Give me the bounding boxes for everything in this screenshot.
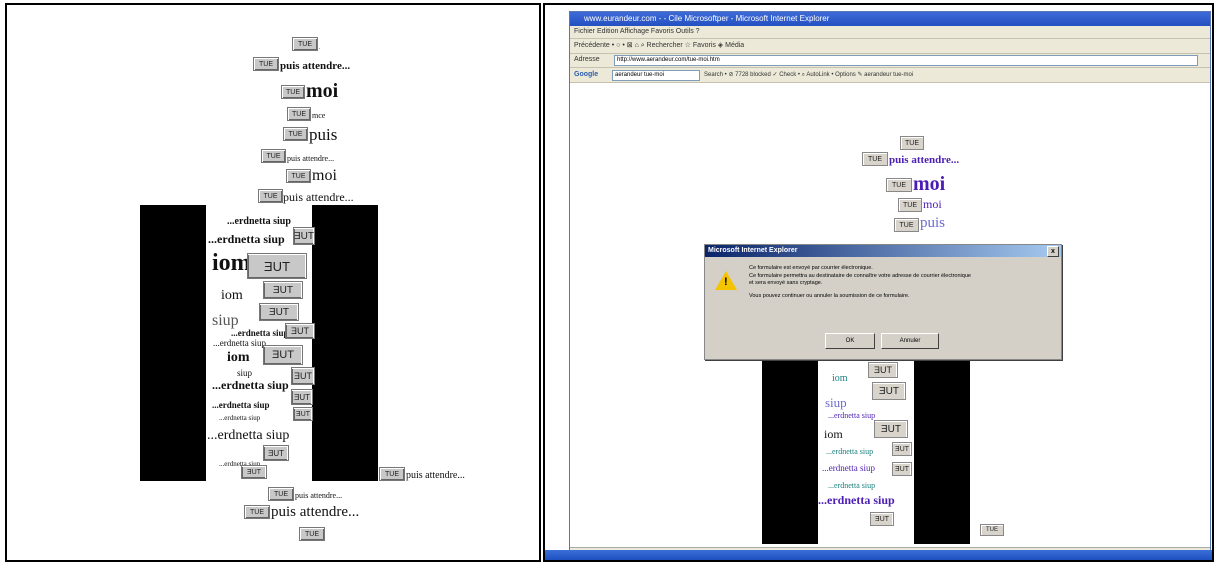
black-block-left <box>762 352 818 544</box>
right-screenshot-panel: www.eurandeur.com - - Cile Microsoftper … <box>543 3 1214 562</box>
tue-button[interactable]: TUE <box>299 527 325 541</box>
tue-button[interactable]: TUE <box>244 505 270 519</box>
phrase-text: . <box>319 45 321 51</box>
tue-button[interactable]: TUE <box>268 487 294 501</box>
phrase-text: moi <box>923 197 942 211</box>
tue-button[interactable]: TUE <box>287 107 311 121</box>
phrase-text: puis attendre... <box>280 60 351 72</box>
tue-button-mirrored[interactable]: TUE <box>263 345 303 365</box>
mirrored-text: ...erdnetta siup <box>207 428 290 443</box>
close-button[interactable]: x <box>1047 246 1059 257</box>
background-window-strip <box>545 105 569 545</box>
mirrored-text: iom <box>832 373 848 384</box>
mirrored-text: ...erdnetta siup <box>826 447 874 456</box>
tue-button-mirrored[interactable]: TUE <box>293 407 313 421</box>
windows-taskbar <box>545 550 1212 560</box>
tue-button[interactable]: TUE <box>862 152 888 166</box>
google-search-input[interactable]: aerandeur tue-moi <box>612 70 700 81</box>
dialog-message-line: Ce formulaire permettra au destinataire … <box>749 273 971 279</box>
tue-button-mirrored[interactable]: TUE <box>892 462 912 476</box>
dialog-message-line: Ce formulaire est envoyé par courrier él… <box>749 265 873 271</box>
warning-icon-mark: ! <box>724 276 728 288</box>
ie-menu-bar[interactable]: Fichier Edition Affichage Favoris Outils… <box>570 26 1210 39</box>
tue-button-mirrored[interactable]: TUE <box>263 445 289 461</box>
left-screenshot-panel: TUE . TUE puis attendre... TUE moi TUE m… <box>5 3 541 562</box>
black-block-left <box>140 205 206 481</box>
tue-button[interactable]: TUE <box>283 127 308 141</box>
phrase-text: puis attendre... <box>406 470 465 481</box>
mirrored-text: ...erdnetta siup <box>828 411 876 420</box>
mirrored-text: ...erdnetta siup <box>227 216 291 227</box>
tue-button[interactable]: TUE <box>258 189 283 203</box>
tue-button[interactable]: TUE <box>379 467 405 481</box>
mirrored-text: ...erdnetta siup <box>212 400 270 410</box>
mirrored-text: ...erdnetta siup <box>219 414 261 422</box>
tue-button-mirrored[interactable]: TUE <box>259 303 299 321</box>
tue-button-mirrored[interactable]: TUE <box>247 253 307 279</box>
tue-button[interactable]: TUE <box>292 37 318 51</box>
google-toolbar-tools[interactable]: Search • ⊘ 7728 blocked ✓ Check • ⌕ Auto… <box>704 70 913 80</box>
phrase-text: moi <box>306 80 339 102</box>
phrase-text: mce <box>312 111 326 120</box>
tue-button-mirrored[interactable]: TUE <box>285 323 315 339</box>
ok-button[interactable]: OK <box>825 333 875 349</box>
dialog-message-line: Vous pouvez continuer ou annuler la soum… <box>749 293 910 299</box>
tue-button-mirrored[interactable]: TUE <box>868 362 898 378</box>
tue-button-mirrored[interactable]: TUE <box>291 367 315 385</box>
tue-button[interactable]: TUE <box>900 136 924 150</box>
mirrored-text: iom <box>212 250 251 276</box>
mirrored-text: ...erdnetta siup <box>828 481 876 490</box>
phrase-text: puis attendre... <box>889 154 960 166</box>
phrase-text: moi <box>913 173 946 195</box>
tue-button-mirrored[interactable]: TUE <box>870 512 894 526</box>
phrase-text: puis attendre... <box>283 190 354 204</box>
google-logo: Google <box>574 71 599 78</box>
tue-button-mirrored[interactable]: TUE <box>874 420 908 438</box>
phrase-text: puis <box>920 215 946 231</box>
tue-button[interactable]: TUE <box>898 198 922 212</box>
tue-button-mirrored[interactable]: TUE <box>291 389 313 405</box>
tue-button[interactable]: TUE <box>286 169 311 183</box>
tue-button[interactable]: TUE <box>253 57 279 71</box>
dialog-message-line: et sera envoyé sans cryptage. <box>749 280 823 286</box>
mirrored-text: siup <box>237 368 253 378</box>
black-block-right <box>914 352 970 544</box>
ie-toolbar[interactable]: Précédente • ○ • ⊠ ⌂ ⌕ Rechercher ☆ Favo… <box>570 39 1210 54</box>
mirrored-text: iom <box>221 288 243 303</box>
phrase-text: puis attendre... <box>271 504 360 520</box>
tue-button[interactable]: TUE <box>261 149 286 163</box>
tue-button[interactable]: TUE <box>894 218 919 232</box>
mirrored-text: siup <box>212 312 239 329</box>
tue-button-mirrored[interactable]: TUE <box>293 227 315 245</box>
phrase-text: puis <box>309 125 338 144</box>
address-input[interactable]: http://www.aerandeur.com/tue-moi.htm <box>614 55 1198 66</box>
mirrored-text: ...erdnetta siup <box>818 493 895 507</box>
tue-button[interactable]: TUE <box>281 85 305 99</box>
phrase-text: moi <box>312 167 337 184</box>
dialog-title-bar: Microsoft Internet Explorer x <box>705 245 1061 257</box>
mirrored-text: ...erdnetta siup <box>231 328 289 338</box>
alert-dialog: Microsoft Internet Explorer x ! Ce formu… <box>704 244 1062 360</box>
tue-button[interactable]: TUE <box>980 524 1004 536</box>
mirrored-text: iom <box>824 427 843 441</box>
mirrored-text: iom <box>227 350 250 365</box>
mirrored-text: siup <box>825 395 847 410</box>
mirrored-text: ...erdnetta siup <box>213 338 266 348</box>
address-label: Adresse <box>574 56 600 63</box>
tue-button-mirrored[interactable]: TUE <box>241 465 267 479</box>
phrase-text: puis attendre... <box>287 154 335 163</box>
tue-button-mirrored[interactable]: TUE <box>892 442 912 456</box>
ie-window: www.eurandeur.com - - Cile Microsoftper … <box>569 11 1211 560</box>
cancel-button[interactable]: Annuler <box>881 333 939 349</box>
phrase-text: puis attendre... <box>295 491 343 500</box>
mirrored-text: ...erdnetta siup <box>208 232 285 246</box>
mirrored-text: ...erdnetta siup <box>212 378 289 392</box>
dialog-title: Microsoft Internet Explorer <box>708 247 798 254</box>
tue-button-mirrored[interactable]: TUE <box>872 382 906 400</box>
tue-button-mirrored[interactable]: TUE <box>263 281 303 299</box>
black-block-right <box>312 205 378 481</box>
mirrored-text: ...erdnetta siup <box>822 463 875 473</box>
ie-title-bar: www.eurandeur.com - - Cile Microsoftper … <box>570 12 1210 26</box>
tue-button[interactable]: TUE <box>886 178 912 192</box>
